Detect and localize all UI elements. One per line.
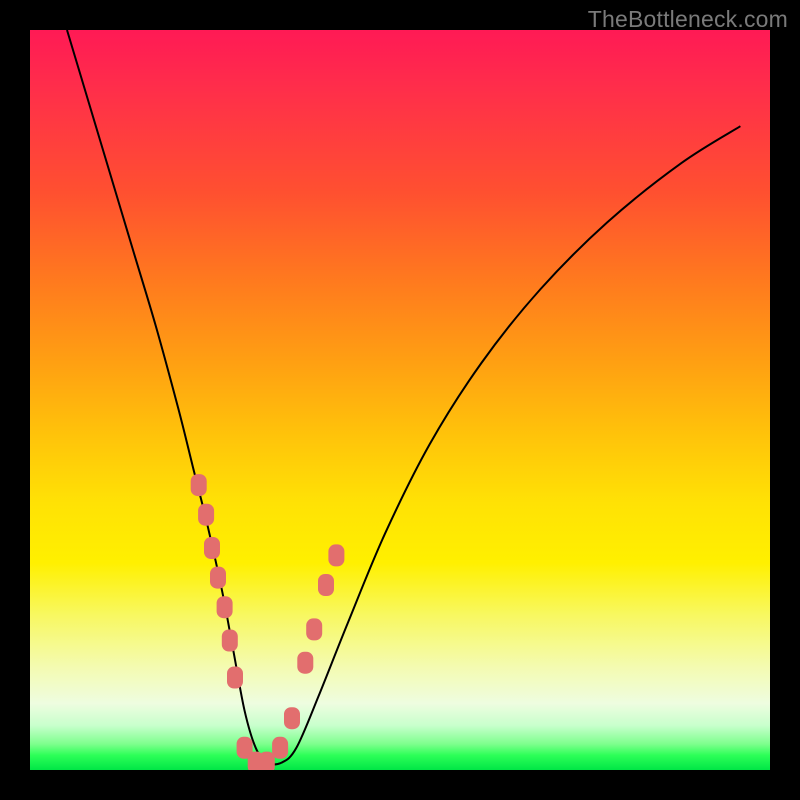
marker-point	[191, 474, 207, 496]
marker-point	[297, 652, 313, 674]
curve-layer	[30, 30, 770, 770]
marker-point	[227, 667, 243, 689]
marker-point	[328, 544, 344, 566]
marker-point	[318, 574, 334, 596]
marker-point	[198, 504, 214, 526]
marker-point	[272, 737, 288, 759]
highlighted-points	[191, 474, 345, 770]
marker-point	[259, 752, 275, 770]
watermark-text: TheBottleneck.com	[588, 6, 788, 33]
marker-point	[217, 596, 233, 618]
marker-point	[210, 567, 226, 589]
marker-point	[204, 537, 220, 559]
marker-point	[284, 707, 300, 729]
plot-area	[30, 30, 770, 770]
marker-point	[222, 630, 238, 652]
bottleneck-curve	[67, 30, 740, 764]
marker-point	[306, 618, 322, 640]
chart-frame: TheBottleneck.com	[0, 0, 800, 800]
